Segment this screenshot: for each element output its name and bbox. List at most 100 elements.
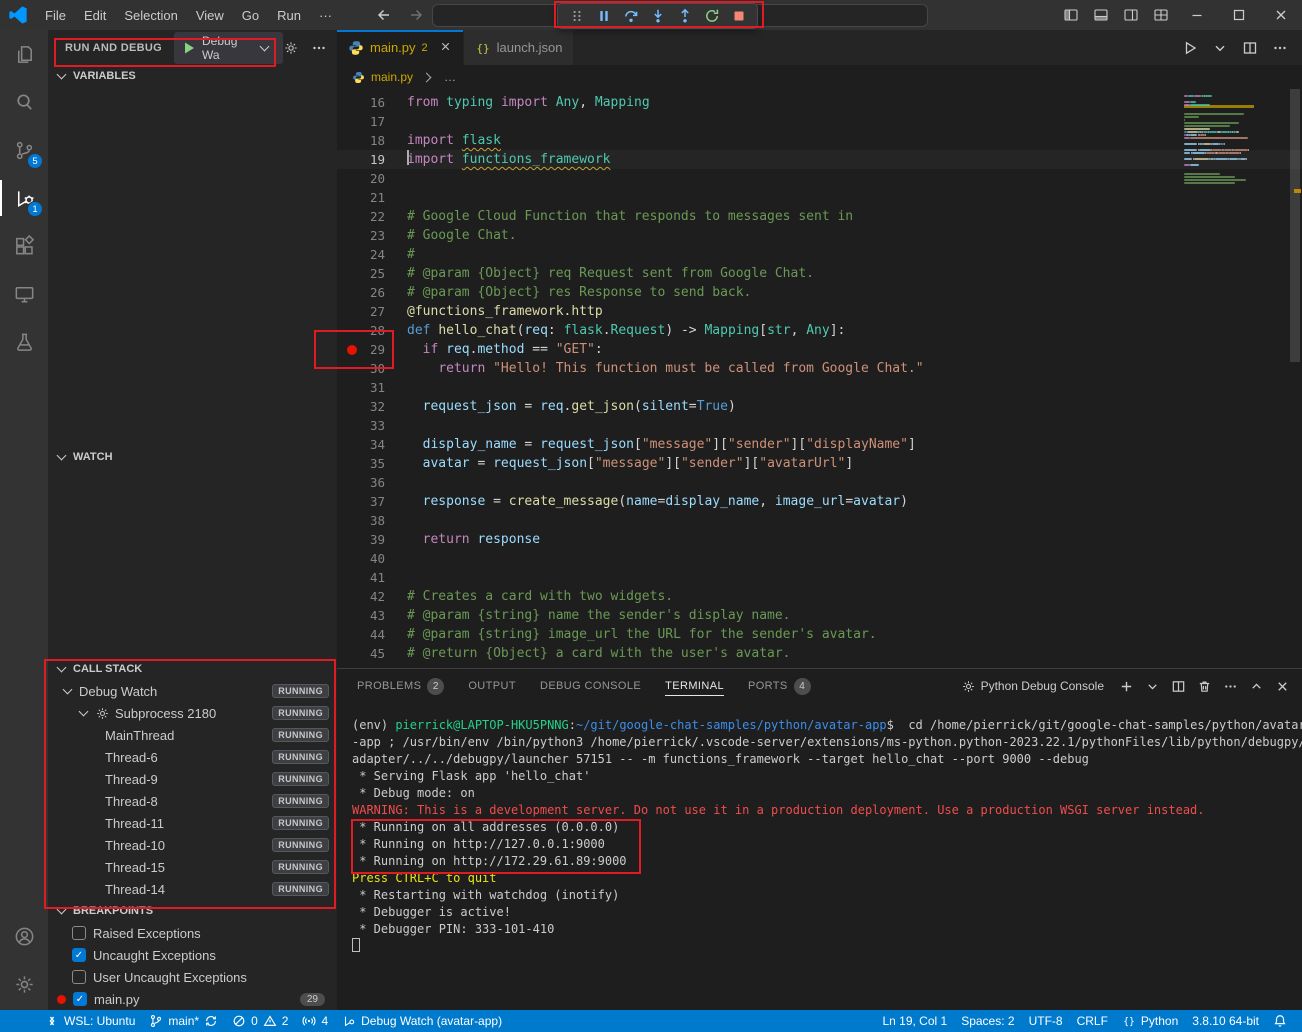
code-text[interactable]: display_name = request_json["message"]["… xyxy=(401,435,916,454)
code-text[interactable]: # Google Chat. xyxy=(401,226,517,245)
toggle-panel-button[interactable] xyxy=(1086,0,1116,30)
close-panel-button[interactable] xyxy=(1275,679,1290,694)
tab-main.py[interactable]: main.py2 xyxy=(337,30,464,65)
line-number[interactable]: 38 xyxy=(337,511,401,530)
status-python-interpreter[interactable]: 3.8.10 64-bit xyxy=(1185,1010,1266,1032)
breakpoint-item[interactable]: Raised Exceptions xyxy=(48,922,337,944)
step-into-button[interactable] xyxy=(644,5,671,27)
code-text[interactable]: # @param {Object} req Request sent from … xyxy=(401,264,814,283)
callstack-item[interactable]: Thread-15RUNNING xyxy=(48,856,337,878)
callstack-item[interactable]: Thread-10RUNNING xyxy=(48,834,337,856)
call-stack-section-header[interactable]: CALL STACK xyxy=(48,658,337,680)
checkbox[interactable] xyxy=(72,926,86,940)
code-text[interactable]: # @param {Object} res Response to send b… xyxy=(401,283,751,302)
status-language-mode[interactable]: {}Python xyxy=(1115,1010,1185,1032)
close-window-button[interactable] xyxy=(1260,0,1302,30)
status-eol[interactable]: CRLF xyxy=(1070,1010,1115,1032)
checkbox[interactable]: ✓ xyxy=(72,948,86,962)
status-forwarded-ports[interactable]: 4 xyxy=(295,1010,335,1032)
breadcrumb-item[interactable]: main.py xyxy=(371,70,413,84)
terminal[interactable]: (env) pierrick@LAPTOP-HKU5PNNG:~/git/goo… xyxy=(337,703,1302,1010)
status-notifications[interactable] xyxy=(1266,1010,1294,1032)
status-git-branch[interactable]: main* xyxy=(142,1010,225,1032)
code-text[interactable]: return response xyxy=(401,530,540,549)
status-cursor-position[interactable]: Ln 19, Col 1 xyxy=(875,1010,954,1032)
breadcrumb-item[interactable]: … xyxy=(444,70,456,84)
line-number[interactable]: 26 xyxy=(337,283,401,302)
customize-layout-button[interactable] xyxy=(1146,0,1176,30)
code-editor[interactable]: 16from typing import Any, Mapping1718imp… xyxy=(337,89,1302,668)
checkbox[interactable] xyxy=(72,970,86,984)
line-number[interactable]: 32 xyxy=(337,397,401,416)
breakpoint-dot[interactable] xyxy=(347,345,357,355)
status-debug-session[interactable]: Debug Watch (avatar-app) xyxy=(335,1010,509,1032)
run-options-dropdown[interactable] xyxy=(1212,40,1228,56)
status-problems[interactable]: 02 xyxy=(225,1010,295,1032)
minimize-button[interactable] xyxy=(1176,0,1218,30)
line-number[interactable]: 34 xyxy=(337,435,401,454)
maximize-panel-button[interactable] xyxy=(1249,679,1264,694)
panel-tab-ports[interactable]: PORTS4 xyxy=(748,669,811,703)
activity-accounts[interactable] xyxy=(0,912,48,960)
activity-testing[interactable] xyxy=(0,318,48,366)
code-text[interactable]: response = create_message(name=display_n… xyxy=(401,492,908,511)
step-out-button[interactable] xyxy=(671,5,698,27)
code-text[interactable] xyxy=(401,473,407,492)
line-number[interactable]: 16 xyxy=(337,93,401,112)
activity-manage[interactable] xyxy=(0,960,48,1008)
active-terminal-label[interactable]: Python Debug Console xyxy=(961,679,1104,694)
code-text[interactable]: # Google Cloud Function that responds to… xyxy=(401,207,853,226)
breakpoints-section-header[interactable]: BREAKPOINTS xyxy=(48,900,337,922)
menu-selection[interactable]: Selection xyxy=(115,0,186,30)
code-text[interactable]: # Creates a card with two widgets. xyxy=(401,587,673,606)
code-text[interactable]: # @param {string} image_url the URL for … xyxy=(401,625,877,644)
activity-search[interactable] xyxy=(0,78,48,126)
code-text[interactable] xyxy=(401,378,407,397)
line-number[interactable]: 29 xyxy=(337,340,401,359)
code-text[interactable]: import functions_framework xyxy=(401,150,611,169)
line-number[interactable]: 20 xyxy=(337,169,401,188)
code-text[interactable] xyxy=(401,511,407,530)
split-terminal-button[interactable] xyxy=(1171,679,1186,694)
panel-tab-output[interactable]: OUTPUT xyxy=(468,669,516,703)
split-editor-button[interactable] xyxy=(1242,40,1258,56)
code-text[interactable] xyxy=(401,188,407,207)
line-number[interactable]: 43 xyxy=(337,606,401,625)
line-number[interactable]: 25 xyxy=(337,264,401,283)
code-text[interactable]: return "Hello! This function must be cal… xyxy=(401,359,924,378)
status-indentation[interactable]: Spaces: 2 xyxy=(954,1010,1021,1032)
callstack-item[interactable]: Thread-9RUNNING xyxy=(48,768,337,790)
code-text[interactable]: # @param {string} name the sender's disp… xyxy=(401,606,791,625)
editor-more-actions-button[interactable] xyxy=(1272,40,1288,56)
run-python-file-button[interactable] xyxy=(1182,40,1198,56)
step-over-button[interactable] xyxy=(617,5,644,27)
callstack-item[interactable]: Debug WatchRUNNING xyxy=(48,680,337,702)
line-number[interactable]: 36 xyxy=(337,473,401,492)
line-number[interactable]: 41 xyxy=(337,568,401,587)
go-back-icon[interactable] xyxy=(376,7,392,23)
panel-tab-debug-console[interactable]: DEBUG CONSOLE xyxy=(540,669,641,703)
code-text[interactable] xyxy=(401,416,407,435)
callstack-item[interactable]: Subprocess 2180RUNNING xyxy=(48,702,337,724)
status-remote-indicator[interactable]: WSL: Ubuntu xyxy=(38,1010,142,1032)
code-text[interactable] xyxy=(401,112,407,131)
line-number[interactable]: 45 xyxy=(337,644,401,663)
pause-button[interactable] xyxy=(590,5,617,27)
callstack-item[interactable]: Thread-11RUNNING xyxy=(48,812,337,834)
line-number[interactable]: 22 xyxy=(337,207,401,226)
menu-more[interactable]: ··· xyxy=(310,0,341,30)
code-text[interactable]: if req.method == "GET": xyxy=(401,340,603,359)
tab-launch.json[interactable]: {}launch.json xyxy=(464,30,575,65)
panel-tab-terminal[interactable]: TERMINAL xyxy=(665,669,724,703)
breakpoint-item[interactable]: ✓Uncaught Exceptions xyxy=(48,944,337,966)
callstack-item[interactable]: Thread-8RUNNING xyxy=(48,790,337,812)
more-actions-icon[interactable] xyxy=(311,40,327,56)
watch-section-header[interactable]: WATCH xyxy=(48,446,337,468)
code-text[interactable] xyxy=(401,169,407,188)
callstack-item[interactable]: MainThreadRUNNING xyxy=(48,724,337,746)
editor-scrollbar[interactable] xyxy=(1288,89,1302,668)
line-number[interactable]: 39 xyxy=(337,530,401,549)
new-terminal-button[interactable] xyxy=(1119,679,1134,694)
line-number[interactable]: 18 xyxy=(337,131,401,150)
scrollbar-thumb[interactable] xyxy=(1290,89,1300,362)
